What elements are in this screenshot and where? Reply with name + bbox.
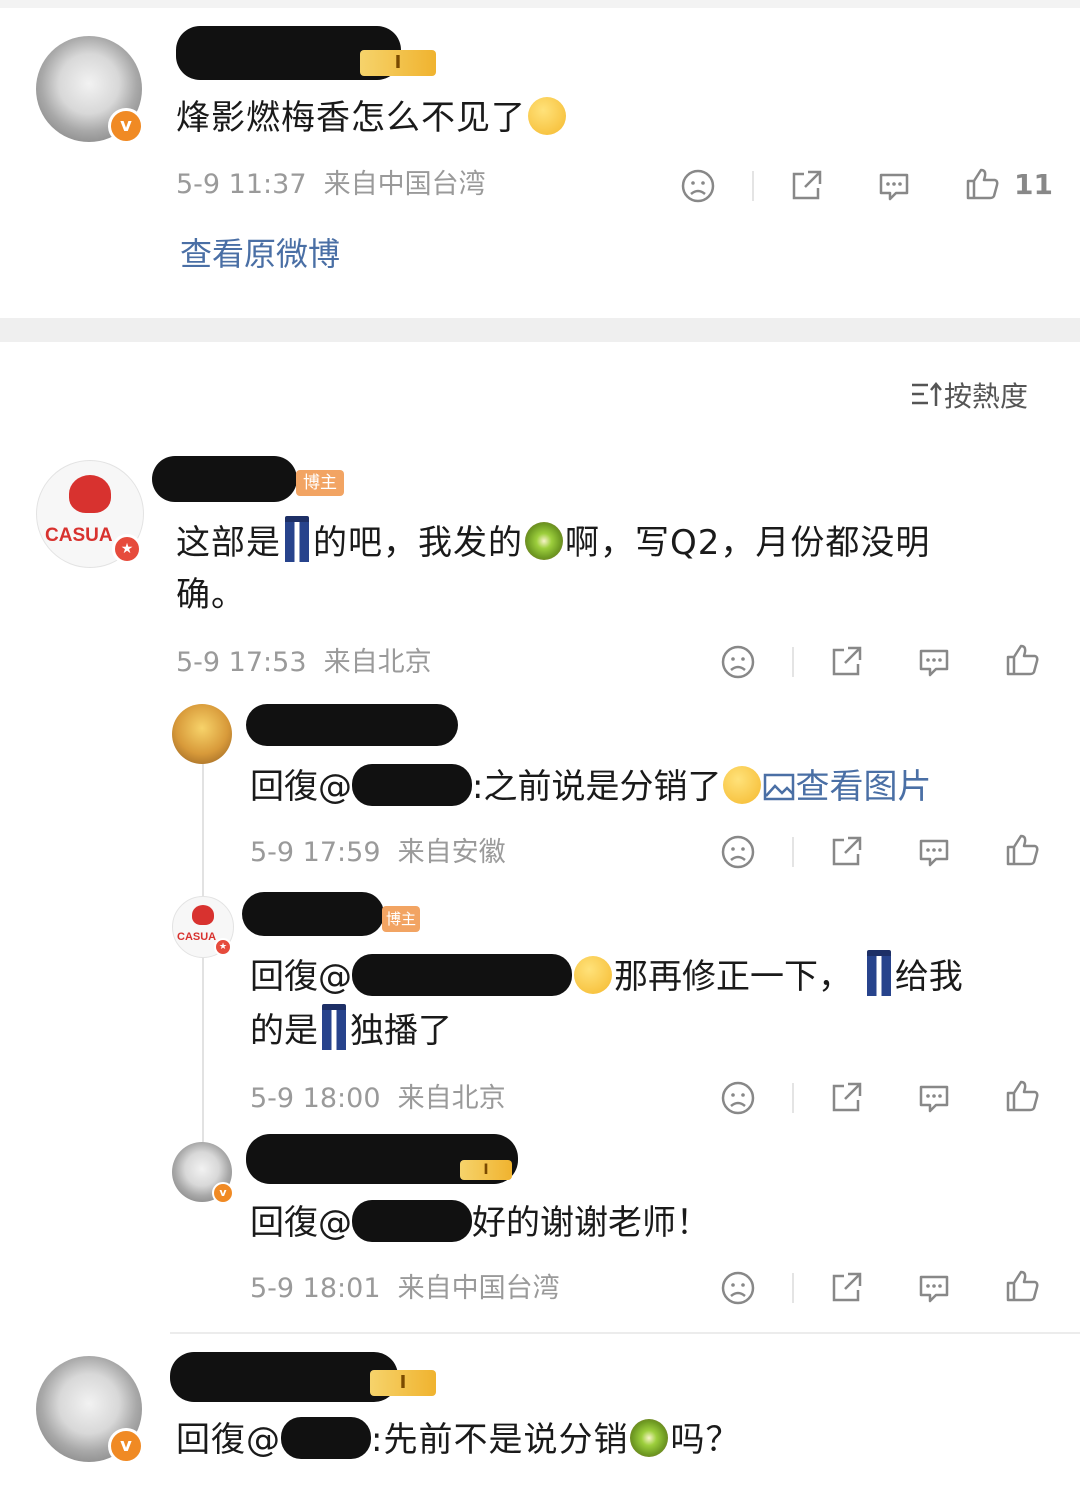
share-icon[interactable] [828,834,864,870]
reply-text: 回復@ 好的谢谢老师！ [250,1196,1050,1250]
sort-control[interactable]: 按熱度 [910,380,1028,418]
action-separator [792,647,794,677]
redacted-username [152,456,297,502]
post-time: 5-9 11:37 [176,169,307,200]
view-image-link[interactable]: 查看图片 [763,767,931,807]
like-icon[interactable] [1004,1268,1040,1304]
post-text: 烽影燃梅香怎么不见了 [176,92,976,144]
verified-icon: v [108,1428,144,1464]
redacted-mention [352,1200,472,1242]
redacted-mention [352,764,472,806]
like-icon[interactable] [1004,832,1040,868]
dislike-icon[interactable] [720,834,756,870]
comment-icon[interactable] [916,1270,952,1306]
level-badge: I [460,1160,512,1180]
emoji-face-icon [574,956,612,994]
level-badge: I [370,1370,436,1396]
comment-text: 回復@:先前不是说分销 吗？ [176,1414,1036,1466]
comment-meta: 5-9 17:53 来自北京 [176,647,432,678]
redacted-username [242,892,384,936]
view-original-link[interactable]: 查看原微博 [180,232,340,276]
emoji-face-icon [528,97,566,135]
cutoff-meta-row: — [176,1488,1056,1499]
author-badge: 博主 [382,906,420,932]
jeans-icon [866,950,891,996]
dislike-icon[interactable] [720,1080,756,1116]
verified-icon: v [108,108,144,144]
comment-divider [170,1332,1080,1334]
post-location: 来自中国台湾 [323,169,486,200]
comment-icon[interactable] [876,168,912,204]
share-icon[interactable] [828,1080,864,1116]
action-separator [752,171,754,201]
like-count: 11 [1014,168,1053,201]
action-separator [792,1083,794,1113]
redacted-mention [352,954,572,996]
avatar-label: CASUA [45,525,113,546]
jeans-icon [322,1004,346,1050]
reply-text: 回復@:之前说是分销了 查看图片 [250,760,1050,818]
redacted-username [170,1352,398,1402]
comment-text: 这部是 的吧，我发的 啊，写Q2，月份都没明 确。 [176,516,1036,621]
badge-icon: ★ [112,534,142,564]
reply-meta: 5-9 18:01 来自中国台湾 [250,1273,560,1304]
badge-icon: ★ [214,938,232,956]
reply-meta: 5-9 18:00 来自北京 [250,1083,506,1114]
like-icon[interactable] [1004,1078,1040,1114]
post-meta: 5-9 11:37 来自中国台湾 [176,168,486,202]
level-badge: I [360,50,436,76]
dislike-icon[interactable] [680,168,716,204]
share-icon[interactable] [788,168,824,204]
comment-icon[interactable] [916,1080,952,1116]
like-icon[interactable] [1004,642,1040,678]
image-icon [763,764,795,818]
kiwi-icon [525,522,563,560]
redacted-username [246,704,458,746]
section-divider [0,318,1080,342]
comment-icon[interactable] [916,834,952,870]
redacted-mention [281,1417,371,1459]
thread-line [202,760,204,1160]
dislike-icon[interactable] [720,1270,756,1306]
sort-label: 按熱度 [944,380,1029,413]
like-icon[interactable] [964,166,1000,202]
avatar-label: CASUA [177,931,217,943]
action-separator [792,837,794,867]
comment-icon[interactable] [916,644,952,680]
sort-icon [910,380,944,418]
share-icon[interactable] [828,1270,864,1306]
verified-icon: v [212,1182,234,1204]
kiwi-icon [630,1419,669,1457]
top-divider [0,0,1080,8]
reply-meta: 5-9 17:59 来自安徽 [250,837,506,868]
author-badge: 博主 [296,470,344,496]
dislike-icon[interactable] [720,644,756,680]
jeans-icon [285,516,309,562]
emoji-face-icon [723,766,762,804]
reply-avatar[interactable] [172,704,232,764]
action-separator [792,1273,794,1303]
reply-text: 回復@ 那再修正一下， 给我 的是 独播了 [250,950,1050,1058]
share-icon[interactable] [828,644,864,680]
